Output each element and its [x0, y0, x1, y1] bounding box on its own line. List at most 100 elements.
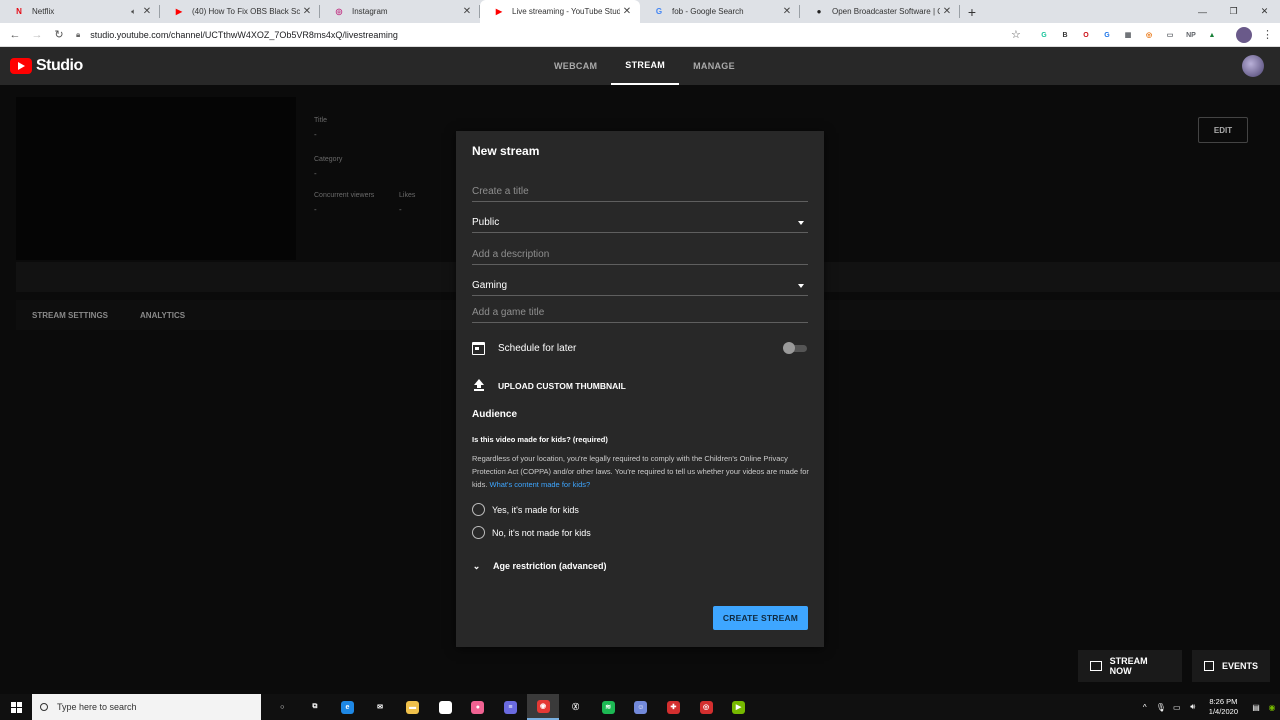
start-button[interactable]	[0, 694, 32, 720]
taskbar-search[interactable]: Type here to search	[32, 694, 261, 720]
store-taskbar-button[interactable]: ▣	[429, 694, 462, 720]
extension-icon[interactable]: G	[1036, 27, 1052, 43]
close-tab-icon[interactable]: ✕	[620, 6, 634, 17]
browser-tab[interactable]: ◎ Instagram ✕	[320, 0, 480, 23]
app-red-taskbar-button[interactable]: ✚	[657, 694, 690, 720]
meta-viewers-label: Concurrent viewers	[314, 192, 375, 199]
discord-icon: ☺	[634, 700, 648, 714]
app-pink-taskbar-button[interactable]: ●	[462, 694, 495, 720]
visibility-value: Public	[472, 217, 500, 228]
extension-icon[interactable]: B	[1057, 27, 1073, 43]
tab-analytics[interactable]: ANALYTICS	[124, 311, 201, 320]
reload-icon[interactable]: ↻	[48, 28, 70, 41]
microphone-icon[interactable]: 🎙︎	[1153, 703, 1169, 712]
stream-now-button[interactable]: STREAM NOW	[1078, 650, 1182, 682]
description-input[interactable]: Add a description	[472, 249, 808, 265]
meta-category-label: Category	[314, 156, 343, 163]
profile-avatar[interactable]	[1236, 27, 1252, 43]
audience-heading: Audience	[472, 409, 518, 420]
studio-logo[interactable]: Studio	[10, 57, 83, 75]
address-bar[interactable]: 🔒︎ studio.youtube.com/channel/UCTthwW4XO…	[76, 26, 1032, 44]
mail-taskbar-button[interactable]: ✉	[364, 694, 397, 720]
close-tab-icon[interactable]: ✕	[940, 6, 954, 17]
close-tab-icon[interactable]: ✕	[460, 6, 474, 17]
kids-info-link[interactable]: What's content made for kids?	[490, 480, 591, 489]
edit-button[interactable]: EDIT	[1198, 117, 1248, 143]
kids-paragraph: Regardless of your location, you're lega…	[472, 452, 812, 491]
discord-taskbar-button[interactable]: ☺	[625, 694, 658, 720]
nvidia-tray-icon[interactable]: ◉	[1264, 703, 1280, 712]
tab-title: Netflix	[32, 7, 55, 16]
close-tab-icon[interactable]: ✕	[140, 6, 154, 17]
events-button[interactable]: EVENTS	[1192, 650, 1270, 682]
app-bars-taskbar-button[interactable]: ≡	[494, 694, 527, 720]
edge-taskbar-button[interactable]: e	[331, 694, 364, 720]
xbox-taskbar-button[interactable]: Ⓧ	[559, 694, 592, 720]
create-stream-button[interactable]: CREATE STREAM	[713, 606, 808, 630]
tab-favicon-icon: ◎	[335, 7, 343, 16]
tab-favicon-icon: N	[16, 7, 22, 16]
browser-tab[interactable]: N Netflix 🔈︎ ✕	[0, 0, 160, 23]
age-restriction-toggle[interactable]: ⌄ Age restriction (advanced)	[472, 561, 607, 572]
dialog-title: New stream	[472, 144, 540, 158]
extension-icon[interactable]: NP	[1183, 27, 1199, 43]
close-tab-icon[interactable]: ✕	[780, 6, 794, 17]
stream-title-input[interactable]: Create a title	[472, 186, 808, 202]
back-icon[interactable]: ←	[4, 29, 26, 41]
tab-title: (40) How To Fix OBS Black Screen	[192, 7, 300, 16]
meta-category-value: -	[314, 169, 317, 178]
nav-tab-webcam[interactable]: WEBCAM	[540, 47, 611, 85]
clock[interactable]: 8:26 PM 1/4/2020	[1209, 697, 1238, 717]
game-title-input[interactable]: Add a game title	[472, 307, 808, 323]
notifications-icon[interactable]: ▤	[1248, 703, 1264, 712]
forward-icon[interactable]: →	[26, 29, 48, 41]
app-target-taskbar-button[interactable]: ◎	[690, 694, 723, 720]
radio-made-for-kids[interactable]: Yes, it's made for kids	[472, 503, 579, 516]
task-view-taskbar-button[interactable]: ⧉	[299, 694, 332, 720]
cortana-taskbar-button[interactable]: ○	[266, 694, 299, 720]
extension-icon[interactable]: O	[1078, 27, 1094, 43]
volume-icon[interactable]: 🔊︎	[1185, 702, 1201, 712]
nvidia-icon: ▶	[732, 700, 746, 714]
close-tab-icon[interactable]: ✕	[300, 6, 314, 17]
close-window-icon[interactable]: ✕	[1249, 0, 1280, 23]
extension-icon[interactable]: ▦	[1120, 27, 1136, 43]
taskbar-apps: ○ ⧉ e ✉ ▬ ▣ ● ≡ ◉ Ⓧ ≋ ☺ ✚ ◎ ▶	[266, 694, 755, 720]
browser-tab[interactable]: ▶ (40) How To Fix OBS Black Screen✕	[160, 0, 320, 23]
file-explorer-taskbar-button[interactable]: ▬	[396, 694, 429, 720]
radio-not-made-for-kids[interactable]: No, it's not made for kids	[472, 526, 591, 539]
tab-stream-settings[interactable]: STREAM SETTINGS	[16, 311, 124, 320]
tab-audio-icon[interactable]: 🔈︎	[131, 7, 136, 17]
extension-icon[interactable]: G	[1099, 27, 1115, 43]
meta-likes-label: Likes	[399, 192, 416, 199]
more-menu-icon[interactable]: ⋮	[1262, 28, 1273, 41]
network-icon[interactable]: ▭	[1169, 703, 1185, 712]
meta-viewers: Concurrent viewers -	[314, 192, 374, 214]
browser-tab[interactable]: ● Open Broadcaster Software | OBS✕	[800, 0, 960, 23]
extension-icon[interactable]: ▭	[1162, 27, 1178, 43]
restore-icon[interactable]: ❐	[1218, 0, 1249, 23]
browser-tab[interactable]: Gfob - Google Search ✕	[640, 0, 800, 23]
category-select[interactable]: Gaming	[472, 280, 808, 296]
nvidia-taskbar-button[interactable]: ▶	[722, 694, 755, 720]
tab-favicon-icon: ●	[816, 7, 822, 16]
radio-circle-icon	[472, 503, 485, 516]
schedule-toggle[interactable]	[783, 342, 808, 354]
visibility-select[interactable]: Public	[472, 217, 808, 233]
clock-time: 8:26 PM	[1209, 697, 1238, 706]
extension-icon[interactable]: ▲	[1204, 27, 1220, 43]
upload-thumbnail-button[interactable]: UPLOAD CUSTOM THUMBNAIL	[472, 379, 626, 392]
nav-tab-manage[interactable]: MANAGE	[679, 47, 749, 85]
tab-title: Open Broadcaster Software | OBS	[832, 7, 940, 16]
bookmark-star-icon[interactable]: ☆	[1011, 28, 1021, 41]
extension-icon[interactable]: ◎	[1141, 27, 1157, 43]
chevron-up-icon[interactable]: ^	[1137, 703, 1153, 712]
chrome-taskbar-button[interactable]: ◉	[526, 694, 560, 720]
new-tab-button[interactable]: +	[960, 0, 984, 23]
tab-title: Instagram	[352, 7, 388, 16]
nav-tab-stream[interactable]: STREAM	[611, 47, 680, 85]
spotify-taskbar-button[interactable]: ≋	[592, 694, 625, 720]
browser-tab[interactable]: ▶ Live streaming - YouTube Studio ✕	[480, 0, 640, 23]
minimize-icon[interactable]: —	[1187, 0, 1218, 23]
account-avatar[interactable]	[1242, 55, 1264, 77]
